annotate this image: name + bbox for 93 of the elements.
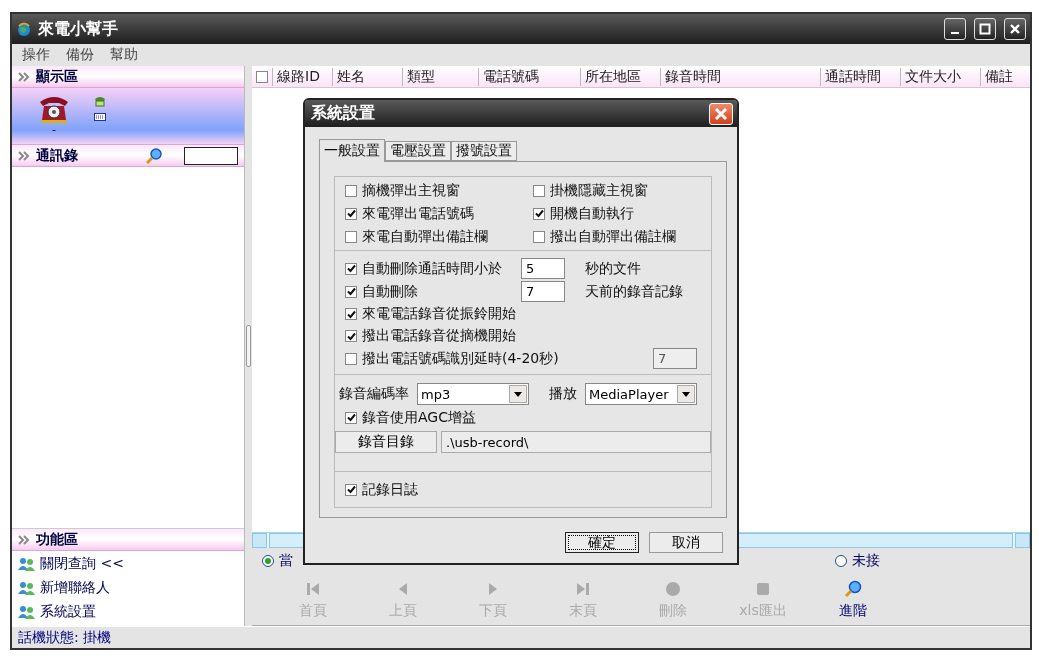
checkbox[interactable] <box>345 483 357 496</box>
checkbox-option[interactable]: 來電自動彈出備註欄 <box>345 227 533 246</box>
checkbox[interactable] <box>256 70 268 83</box>
function-link[interactable]: 關閉查詢 << <box>18 553 244 574</box>
column-header[interactable]: 錄音時間 <box>660 67 820 86</box>
dialog-button[interactable]: 確定 <box>565 532 639 553</box>
function-link[interactable]: 系統設置 <box>18 601 244 622</box>
telephone-icon <box>38 94 70 124</box>
column-header[interactable]: 所在地區 <box>580 67 660 86</box>
maximize-icon <box>979 23 991 35</box>
checkbox[interactable] <box>345 230 357 243</box>
chevron-icon <box>18 71 30 82</box>
chevron-icon <box>18 150 30 161</box>
checkbox[interactable] <box>345 285 357 298</box>
close-icon <box>1009 23 1021 35</box>
radio-button[interactable] <box>835 555 847 567</box>
people-icon <box>18 604 36 619</box>
dropdown-arrow-icon <box>682 391 690 397</box>
checkbox-option[interactable]: 掛機隱藏主視窗 <box>533 181 711 200</box>
search-icon <box>146 147 162 164</box>
keyboard-icon <box>94 113 106 121</box>
checkbox[interactable] <box>345 308 357 320</box>
radio-option[interactable]: 當 <box>262 552 293 570</box>
globe-icon <box>16 21 32 37</box>
tab[interactable]: 一般設置 <box>319 139 385 162</box>
checkbox-option[interactable]: 自動刪除 <box>345 282 521 301</box>
column-header[interactable]: 電話號碼 <box>478 67 580 86</box>
phone-status: - <box>52 124 56 136</box>
window-title: 來電小幫手 <box>38 18 119 40</box>
checkbox[interactable] <box>345 207 357 220</box>
section-title: 功能區 <box>36 530 78 549</box>
column-header[interactable]: 備註 <box>980 67 1030 86</box>
splitter-handle[interactable] <box>246 325 251 367</box>
dropdown-arrow-icon <box>514 391 522 397</box>
section-title: 通訊錄 <box>36 146 78 165</box>
checkbox-option[interactable]: 開機自動執行 <box>533 204 711 223</box>
tab[interactable]: 電壓設置 <box>385 141 451 161</box>
column-header[interactable]: 文件大小 <box>900 67 980 86</box>
circle-icon <box>664 579 682 598</box>
checkbox-option[interactable]: 撥出自動彈出備註欄 <box>533 227 711 246</box>
toolbar-button[interactable]: 進階 <box>808 579 898 620</box>
checkbox[interactable] <box>345 184 357 197</box>
column-header[interactable]: 姓名 <box>332 67 402 86</box>
player-dropdown[interactable]: MediaPlayer <box>585 383 697 405</box>
checkbox[interactable] <box>533 207 545 220</box>
checkbox[interactable] <box>345 262 357 275</box>
telephone-icon <box>94 96 106 107</box>
field-label: 播放 <box>549 385 577 403</box>
maximize-button[interactable] <box>974 18 996 40</box>
close-icon <box>714 106 728 121</box>
people-icon <box>18 556 36 571</box>
search-field[interactable] <box>184 146 238 165</box>
tab[interactable]: 撥號設置 <box>451 141 517 161</box>
menu-item[interactable]: 操作 <box>14 46 58 64</box>
section-title: 顯示區 <box>36 67 78 86</box>
minimize-button[interactable] <box>944 18 966 40</box>
checkbox[interactable] <box>345 352 357 365</box>
directory-button[interactable]: 錄音目錄 <box>335 431 437 453</box>
column-header[interactable]: 類型 <box>402 67 478 86</box>
encoding-dropdown[interactable]: mp3 <box>417 383 529 405</box>
function-link[interactable]: 新增聯絡人 <box>18 577 244 598</box>
checkbox[interactable] <box>533 230 545 243</box>
field-suffix: 秒的文件 <box>585 259 641 278</box>
number-field[interactable]: 5 <box>521 258 565 279</box>
menu-item[interactable]: 幫助 <box>102 46 146 64</box>
dialog-button[interactable]: 取消 <box>649 532 723 553</box>
radio-option[interactable]: 未接 <box>835 552 880 570</box>
checkbox-option[interactable]: 撥出電話錄音從摘機開始 <box>345 326 516 346</box>
menu-item[interactable]: 備份 <box>58 46 102 64</box>
minimize-icon <box>951 32 959 34</box>
status-text: 話機狀態: 掛機 <box>18 628 112 647</box>
radio-button[interactable] <box>262 555 274 567</box>
field-suffix: 天前的錄音記錄 <box>585 282 683 301</box>
checkbox-option[interactable]: 摘機彈出主視窗 <box>345 181 533 200</box>
number-field[interactable]: 7 <box>521 281 565 302</box>
close-button[interactable] <box>1004 18 1026 40</box>
people-icon <box>18 580 36 595</box>
checkbox[interactable] <box>345 411 357 424</box>
chevron-icon <box>18 534 30 545</box>
checkbox[interactable] <box>533 184 545 197</box>
column-header[interactable]: 線路ID <box>272 67 332 86</box>
checkbox-option[interactable]: 來電彈出電話號碼 <box>345 204 533 223</box>
checkbox-option[interactable]: 錄音使用AGC增益 <box>345 408 711 427</box>
checkbox-option[interactable]: 自動刪除通話時間小於 <box>345 259 521 278</box>
column-header[interactable]: 通話時間 <box>820 67 900 86</box>
checkbox-option[interactable]: 撥出電話號碼識別延時(4-20秒) <box>345 349 559 368</box>
checkbox-option[interactable]: 記錄日誌 <box>345 480 701 499</box>
field-label: 錄音編碼率 <box>339 385 409 403</box>
dialog-title: 系統設置 <box>311 103 376 124</box>
checkbox[interactable] <box>345 330 357 342</box>
directory-field[interactable]: .\usb-record\ <box>441 431 711 453</box>
search-icon <box>844 579 862 598</box>
checkbox-option[interactable]: 來電電話錄音從振鈴開始 <box>345 304 516 324</box>
